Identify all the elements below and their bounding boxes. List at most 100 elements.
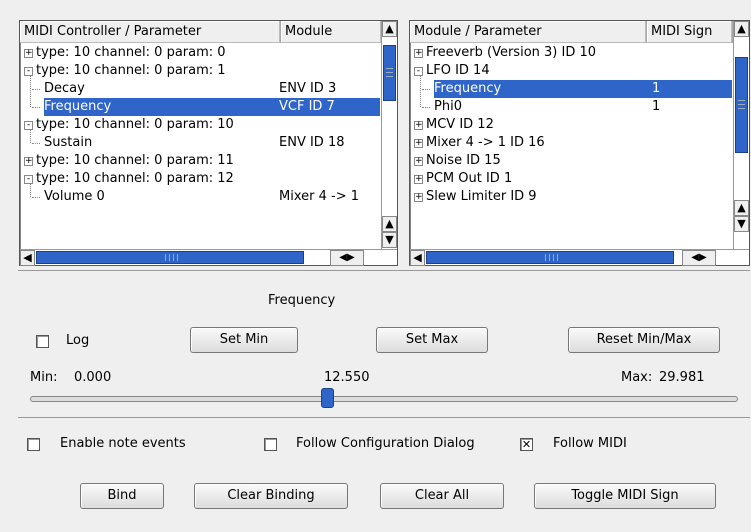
tree-row-label: LFO ID 14: [426, 63, 490, 78]
module-parameter-list[interactable]: Module / Parameter MIDI Sign + Freeverb (…: [409, 20, 750, 266]
tree-row[interactable]: Volume 0 Mixer 4 -> 1: [32, 188, 380, 206]
reset-min-max-button[interactable]: Reset Min/Max: [568, 327, 720, 353]
expand-plus-icon[interactable]: +: [414, 139, 423, 148]
expand-plus-icon[interactable]: +: [24, 49, 33, 58]
log-checkbox[interactable]: [36, 335, 49, 348]
follow-config-dialog-checkbox[interactable]: [264, 438, 277, 451]
tree-row-value: Mixer 4 -> 1: [279, 189, 359, 204]
tree-row[interactable]: Decay ENV ID 3: [32, 80, 380, 98]
right-list-header: Module / Parameter MIDI Sign: [410, 21, 749, 43]
expand-plus-icon[interactable]: +: [414, 157, 423, 166]
scroll-up-arrow-icon[interactable]: ▲: [382, 216, 397, 232]
expand-plus-icon[interactable]: +: [414, 121, 423, 130]
enable-note-events-checkbox[interactable]: [27, 438, 40, 451]
toggle-midi-sign-button[interactable]: Toggle MIDI Sign: [534, 483, 716, 509]
collapse-minus-icon[interactable]: -: [414, 67, 423, 76]
right-horizontal-scrollbar[interactable]: ◀ ◀▶: [410, 249, 749, 266]
scroll-down-arrow-icon[interactable]: ▼: [734, 216, 749, 232]
tree-row-label: Volume 0: [44, 189, 105, 204]
scroll-left-arrow-icon[interactable]: ◀: [410, 250, 425, 266]
tree-row-label: Noise ID 15: [426, 153, 501, 168]
tree-branch-line: [422, 107, 430, 108]
value-slider[interactable]: [30, 388, 738, 408]
scroll-left-right-arrows-icon[interactable]: ◀▶: [330, 250, 364, 266]
column-header-midi-sign[interactable]: MIDI Sign: [647, 21, 733, 43]
clear-all-button[interactable]: Clear All: [380, 483, 504, 509]
scroll-thumb[interactable]: [735, 57, 748, 153]
tree-row-value: ENV ID 3: [279, 81, 337, 96]
collapse-minus-icon[interactable]: -: [24, 175, 33, 184]
column-header-module[interactable]: Module: [281, 21, 382, 43]
scroll-up-arrow-icon[interactable]: ▲: [382, 21, 397, 37]
collapse-minus-icon[interactable]: -: [24, 121, 33, 130]
tree-row[interactable]: Sustain ENV ID 18: [32, 134, 380, 152]
scroll-thumb[interactable]: [426, 251, 674, 264]
tree-row[interactable]: + Freeverb (Version 3) ID 10: [412, 44, 732, 62]
set-min-button[interactable]: Set Min: [190, 327, 298, 353]
tree-row[interactable]: + PCM Out ID 1: [412, 170, 732, 188]
tree-row-value: 1: [652, 99, 661, 114]
follow-midi-checkbox[interactable]: ✕: [520, 438, 533, 451]
tree-row-label: type: 10 channel: 0 param: 10: [36, 117, 234, 132]
tree-row-label: Mixer 4 -> 1 ID 16: [426, 135, 545, 150]
tree-row-value: ENV ID 18: [279, 135, 345, 150]
tree-row[interactable]: Frequency VCF ID 7: [32, 98, 380, 116]
tree-branch-line: [32, 107, 40, 108]
right-vertical-scrollbar[interactable]: ▲ ▲ ▼: [733, 21, 749, 250]
tree-row[interactable]: + Slew Limiter ID 9: [412, 188, 732, 206]
midi-controller-list[interactable]: MIDI Controller / Parameter Module + type…: [19, 20, 398, 266]
tree-row-label: Decay: [44, 81, 85, 96]
max-value: 29.981: [659, 370, 705, 385]
tree-row[interactable]: - type: 10 channel: 0 param: 12: [22, 170, 380, 188]
scroll-down-arrow-icon[interactable]: ▼: [382, 232, 397, 248]
column-header-module-parameter[interactable]: Module / Parameter: [410, 21, 647, 43]
tree-branch-line: [30, 184, 31, 197]
expand-plus-icon[interactable]: +: [24, 157, 33, 166]
tree-row[interactable]: - LFO ID 14: [412, 62, 732, 80]
set-max-button[interactable]: Set Max: [376, 327, 488, 353]
tree-row[interactable]: Phi0 1: [422, 98, 732, 116]
scroll-left-arrow-icon[interactable]: ◀: [20, 250, 35, 266]
scroll-thumb[interactable]: [36, 251, 304, 264]
tree-branch-line: [32, 197, 40, 198]
clear-binding-button[interactable]: Clear Binding: [194, 483, 348, 509]
scroll-up-arrow-icon[interactable]: ▲: [734, 200, 749, 216]
scroll-thumb[interactable]: [383, 45, 396, 101]
slider-track: [30, 396, 738, 402]
scroll-left-right-arrows-icon[interactable]: ◀▶: [682, 250, 716, 266]
tree-row-value: VCF ID 7: [279, 99, 335, 114]
follow-midi-label: Follow MIDI: [553, 436, 627, 451]
tree-row-label: Frequency: [434, 81, 502, 96]
expand-plus-icon[interactable]: +: [414, 49, 423, 58]
slider-handle[interactable]: [321, 388, 334, 408]
tree-row-label: PCM Out ID 1: [426, 171, 513, 186]
left-horizontal-scrollbar[interactable]: ◀ ◀▶: [20, 249, 397, 266]
tree-row-label: type: 10 channel: 0 param: 0: [36, 45, 226, 60]
tree-row[interactable]: Frequency 1: [422, 80, 732, 98]
tree-branch-line: [420, 76, 421, 107]
tree-row[interactable]: + Noise ID 15: [412, 152, 732, 170]
tree-row[interactable]: + MCV ID 12: [412, 116, 732, 134]
tree-branch-line: [32, 89, 40, 90]
tree-row[interactable]: + Mixer 4 -> 1 ID 16: [412, 134, 732, 152]
collapse-minus-icon[interactable]: -: [24, 67, 33, 76]
tree-row-label: Sustain: [44, 135, 93, 150]
log-label: Log: [66, 333, 90, 348]
expand-plus-icon[interactable]: +: [414, 193, 423, 202]
bind-button[interactable]: Bind: [80, 483, 164, 509]
tree-row[interactable]: + type: 10 channel: 0 param: 11: [22, 152, 380, 170]
tree-row-label: Frequency: [44, 99, 112, 114]
column-header-controller[interactable]: MIDI Controller / Parameter: [20, 21, 281, 43]
scroll-up-arrow-icon[interactable]: ▲: [734, 21, 749, 37]
tree-row[interactable]: - type: 10 channel: 0 param: 1: [22, 62, 380, 80]
tree-row[interactable]: - type: 10 channel: 0 param: 10: [22, 116, 380, 134]
current-value: 12.550: [324, 370, 370, 385]
left-vertical-scrollbar[interactable]: ▲ ▲ ▼: [381, 21, 397, 250]
left-list-header: MIDI Controller / Parameter Module: [20, 21, 397, 43]
min-value: 0.000: [74, 370, 112, 385]
expand-plus-icon[interactable]: +: [414, 175, 423, 184]
tree-row-label: Phi0: [434, 99, 462, 114]
tree-row[interactable]: + type: 10 channel: 0 param: 0: [22, 44, 380, 62]
tree-branch-line: [30, 130, 31, 143]
enable-note-events-label: Enable note events: [60, 436, 186, 451]
